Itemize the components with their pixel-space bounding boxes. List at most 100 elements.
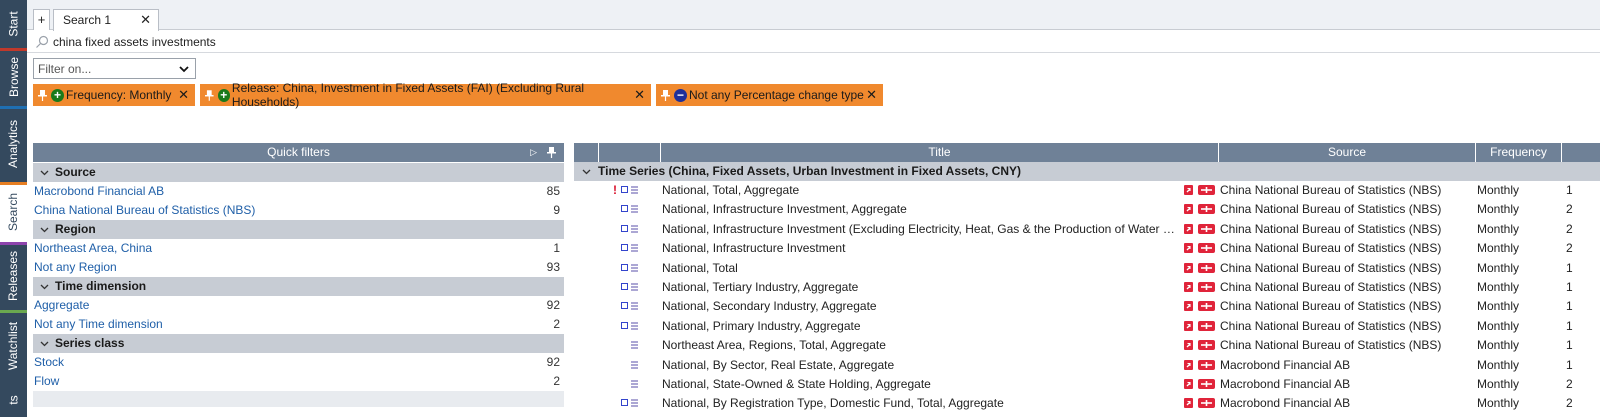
quick-filter-item-name[interactable]: Northeast Area, China (34, 241, 152, 255)
expand-panel-icon[interactable]: ▷ (530, 143, 537, 162)
close-tab-icon[interactable]: ✕ (140, 10, 151, 30)
table-row[interactable]: National, Infrastructure Investment China… (574, 239, 1600, 258)
add-series-icon[interactable] (1184, 359, 1193, 370)
table-row[interactable]: National, By Registration Type, Domestic… (574, 394, 1600, 413)
filter-select[interactable]: Filter on... (33, 58, 196, 79)
quick-filter-item[interactable]: Macrobond Financial AB 85 (33, 182, 564, 201)
quick-filter-item-name[interactable]: Aggregate (34, 298, 89, 312)
filter-chip[interactable]: + Frequency: Monthly ✕ (33, 84, 195, 106)
link-series-icon[interactable] (1198, 262, 1215, 273)
include-icon[interactable]: + (217, 88, 230, 102)
add-series-icon[interactable] (1184, 398, 1193, 409)
link-series-icon[interactable] (1198, 320, 1215, 331)
row-title: National, Total (662, 260, 738, 275)
add-series-icon[interactable] (1184, 262, 1193, 273)
filter-select-placeholder: Filter on... (38, 62, 92, 76)
link-series-icon[interactable] (1198, 223, 1215, 234)
collapse-group-icon[interactable] (40, 282, 49, 291)
link-series-icon[interactable] (1198, 340, 1215, 351)
table-row[interactable]: Northeast Area, Regions, Total, Aggregat… (574, 336, 1600, 355)
column-header-title[interactable]: Title (660, 143, 1218, 162)
search-input[interactable] (53, 32, 753, 51)
sidebar-tab-start[interactable]: Start (0, 0, 27, 48)
exclude-icon[interactable]: − (674, 88, 687, 102)
remove-filter-icon[interactable]: ✕ (178, 87, 189, 103)
sidebar-tab-analytics[interactable]: Analytics (0, 106, 27, 182)
collapse-group-icon[interactable] (40, 339, 49, 348)
remove-filter-icon[interactable]: ✕ (866, 87, 877, 103)
tab-search-1[interactable]: Search 1 ✕ (53, 9, 159, 31)
vertical-tab-bar: Start Browse Analytics Search Releases Watchl… (0, 0, 27, 417)
quick-filter-group[interactable]: Region (33, 220, 564, 239)
pin-icon[interactable] (661, 89, 670, 101)
column-header-frequency[interactable]: Frequency (1475, 143, 1561, 162)
link-series-icon[interactable] (1198, 185, 1215, 195)
sidebar-tab-ts[interactable]: ts (0, 382, 27, 417)
table-row[interactable]: National, Primary Industry, Aggregate Chi… (574, 317, 1600, 336)
link-series-icon[interactable] (1198, 378, 1215, 389)
quick-filter-item-name[interactable]: Not any Time dimension (34, 317, 163, 331)
table-row[interactable]: National, By Sector, Real Estate, Aggreg… (574, 356, 1600, 375)
quick-filter-item-name[interactable]: Macrobond Financial AB (34, 184, 164, 198)
add-series-icon[interactable] (1184, 301, 1193, 312)
table-row[interactable]: National, Total China National Bureau of … (574, 259, 1600, 278)
quick-filter-group[interactable]: Time dimension (33, 277, 564, 296)
include-icon[interactable]: + (51, 88, 64, 102)
list-icon (631, 361, 638, 369)
remove-filter-icon[interactable]: ✕ (634, 87, 645, 103)
quick-filter-item-name[interactable]: Stock (34, 355, 64, 369)
add-series-icon[interactable] (1184, 223, 1193, 234)
pin-icon[interactable] (547, 147, 556, 158)
sidebar-tab-label: Watchlist (6, 321, 21, 371)
quick-filter-item[interactable]: Not any Region 93 (33, 258, 564, 277)
quick-filter-item[interactable]: Not any Time dimension 2 (33, 315, 564, 334)
quick-filter-item-name[interactable]: China National Bureau of Statistics (NBS… (34, 203, 255, 217)
table-row[interactable]: National, State-Owned & State Holding, A… (574, 375, 1600, 394)
add-series-icon[interactable] (1184, 320, 1193, 331)
quick-filter-item[interactable]: Northeast Area, China 1 (33, 239, 564, 258)
new-tab-button[interactable]: + (33, 9, 50, 30)
pin-icon[interactable] (205, 89, 214, 101)
sidebar-tab-search[interactable]: Search (0, 182, 27, 242)
sidebar-tab-browse[interactable]: Browse (0, 48, 27, 106)
link-series-icon[interactable] (1198, 398, 1215, 409)
quick-filter-group[interactable]: Source (33, 163, 564, 182)
link-series-icon[interactable] (1198, 243, 1215, 254)
filter-chip[interactable]: + Release: China, Investment in Fixed Ass… (200, 81, 651, 109)
collapse-group-icon[interactable] (40, 225, 49, 234)
link-series-icon[interactable] (1198, 204, 1215, 215)
column-header-source[interactable]: Source (1218, 143, 1475, 162)
quick-filter-item[interactable]: China National Bureau of Statistics (NBS… (33, 201, 564, 220)
table-row[interactable]: National, Tertiary Industry, Aggregate Ch… (574, 278, 1600, 297)
add-series-icon[interactable] (1184, 185, 1193, 195)
link-series-icon[interactable] (1198, 281, 1215, 292)
quick-filter-item[interactable]: Stock 92 (33, 353, 564, 372)
quick-filter-item-name[interactable]: Flow (34, 374, 59, 388)
quick-filter-group[interactable]: Series class (33, 334, 564, 353)
quick-filter-item-name[interactable]: Not any Region (34, 260, 117, 274)
add-series-icon[interactable] (1184, 281, 1193, 292)
column-header-extra[interactable] (1561, 143, 1600, 162)
filter-chip[interactable]: − Not any Percentage change type ✕ (656, 84, 883, 106)
add-series-icon[interactable] (1184, 204, 1193, 215)
collapse-group-icon[interactable] (582, 167, 591, 176)
series-square-icon (621, 282, 628, 290)
sidebar-tab-releases[interactable]: Releases (0, 242, 27, 310)
pin-icon[interactable] (38, 89, 47, 101)
add-series-icon[interactable] (1184, 378, 1193, 389)
table-row[interactable]: ! National, Total, Aggregate China Nationa… (574, 181, 1600, 200)
table-row[interactable]: National, Infrastructure Investment, Agg… (574, 200, 1600, 219)
sidebar-tab-label: Start (6, 11, 21, 37)
table-row[interactable]: National, Secondary Industry, Aggregate C… (574, 297, 1600, 316)
quick-filter-item[interactable]: Aggregate 92 (33, 296, 564, 315)
add-series-icon[interactable] (1184, 243, 1193, 254)
link-series-icon[interactable] (1198, 301, 1215, 312)
quick-filter-item[interactable]: Flow 2 (33, 372, 564, 391)
table-row[interactable]: National, Infrastructure Investment (Exc… (574, 220, 1600, 239)
add-series-icon[interactable] (1184, 340, 1193, 351)
sidebar-tab-watchlist[interactable]: Watchlist (0, 310, 27, 382)
row-title: National, Infrastructure Investment (Exc… (662, 221, 1182, 236)
collapse-group-icon[interactable] (40, 168, 49, 177)
grid-group-row[interactable]: Time Series (China, Fixed Assets, Urban … (574, 162, 1600, 181)
link-series-icon[interactable] (1198, 359, 1215, 370)
